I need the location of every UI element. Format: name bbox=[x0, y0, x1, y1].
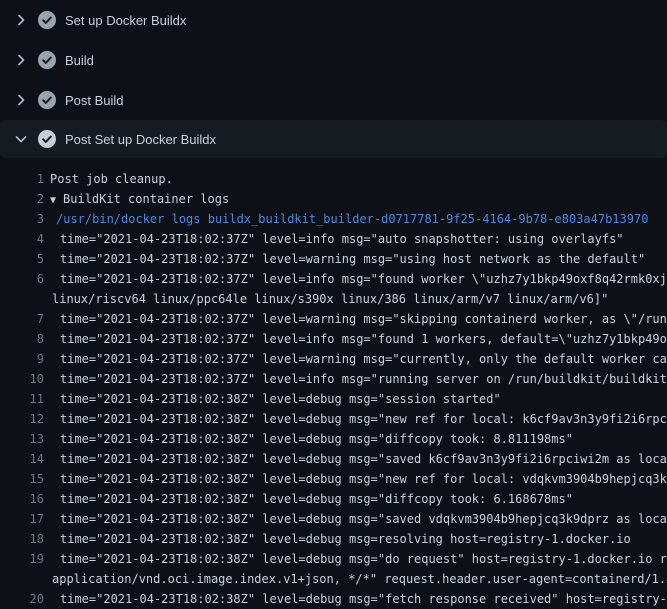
check-circle-icon bbox=[37, 90, 57, 110]
chevron-right-icon bbox=[13, 92, 29, 108]
log-text: time="2021-04-23T18:02:38Z" level=debug … bbox=[50, 589, 667, 609]
log-line: linux/riscv64 linux/ppc64le linux/s390x … bbox=[0, 289, 667, 309]
log-line-number[interactable]: 15 bbox=[0, 469, 44, 489]
check-circle-icon bbox=[37, 129, 57, 149]
log-panel: 1 Post job cleanup. 2 ▼ BuildKit container l… bbox=[0, 158, 667, 609]
log-command-text: /usr/bin/docker logs buildx_buildkit_bui… bbox=[50, 209, 648, 229]
log-text: time="2021-04-23T18:02:38Z" level=debug … bbox=[50, 509, 667, 529]
step-row-set-up-docker-buildx[interactable]: Set up Docker Buildx bbox=[0, 0, 667, 40]
log-text: time="2021-04-23T18:02:38Z" level=debug … bbox=[50, 389, 501, 409]
log-text: time="2021-04-23T18:02:38Z" level=debug … bbox=[50, 449, 667, 469]
log-line-number[interactable]: 16 bbox=[0, 489, 44, 509]
log-line: 4 time="2021-04-23T18:02:37Z" level=info … bbox=[0, 229, 667, 249]
log-line: 2 ▼ BuildKit container logs bbox=[0, 189, 667, 209]
steps-list: Set up Docker Buildx Build Post Build Post … bbox=[0, 0, 667, 158]
step-label: Set up Docker Buildx bbox=[65, 13, 186, 28]
chevron-right-icon bbox=[13, 12, 29, 28]
log-line: 10 time="2021-04-23T18:02:37Z" level=info… bbox=[0, 369, 667, 389]
log-line: 11 time="2021-04-23T18:02:38Z" level=debu… bbox=[0, 389, 667, 409]
log-line: 3/usr/bin/docker logs buildx_buildkit_bu… bbox=[0, 209, 667, 229]
log-line: 6 time="2021-04-23T18:02:37Z" level=info … bbox=[0, 269, 667, 289]
log-line: 16 time="2021-04-23T18:02:38Z" level=debu… bbox=[0, 489, 667, 509]
step-row-post-build[interactable]: Post Build bbox=[0, 80, 667, 120]
log-text: time="2021-04-23T18:02:38Z" level=debug … bbox=[50, 489, 573, 509]
log-line-number[interactable]: 11 bbox=[0, 389, 44, 409]
log-line-number[interactable]: 14 bbox=[0, 449, 44, 469]
actions-log-viewer: Set up Docker Buildx Build Post Build Post … bbox=[0, 0, 667, 609]
log-line: 9 time="2021-04-23T18:02:37Z" level=warni… bbox=[0, 349, 667, 369]
log-line-number[interactable]: 13 bbox=[0, 429, 44, 449]
log-text: time="2021-04-23T18:02:38Z" level=debug … bbox=[50, 469, 667, 489]
group-expanded-icon[interactable]: ▼ bbox=[50, 195, 56, 206]
log-line-number[interactable]: 7 bbox=[0, 309, 44, 329]
log-line-number bbox=[0, 569, 44, 589]
log-line-number[interactable]: 2 bbox=[0, 189, 44, 209]
log-line: 15 time="2021-04-23T18:02:38Z" level=debu… bbox=[0, 469, 667, 489]
log-text: time="2021-04-23T18:02:38Z" level=debug … bbox=[50, 529, 631, 549]
log-text: time="2021-04-23T18:02:37Z" level=warnin… bbox=[50, 309, 667, 329]
chevron-down-icon bbox=[13, 131, 29, 147]
check-circle-icon bbox=[37, 10, 57, 30]
step-label: Build bbox=[65, 53, 94, 68]
log-line: 8 time="2021-04-23T18:02:37Z" level=info … bbox=[0, 329, 667, 349]
log-text: time="2021-04-23T18:02:37Z" level=warnin… bbox=[50, 249, 645, 269]
log-line-number[interactable]: 12 bbox=[0, 409, 44, 429]
chevron-right-icon bbox=[13, 52, 29, 68]
step-row-post-set-up-docker-buildx[interactable]: Post Set up Docker Buildx bbox=[0, 120, 667, 158]
log-text: time="2021-04-23T18:02:37Z" level=info m… bbox=[50, 229, 624, 249]
group-label[interactable]: BuildKit container logs bbox=[63, 192, 229, 206]
log-line-number[interactable]: 5 bbox=[0, 249, 44, 269]
log-line: 17 time="2021-04-23T18:02:38Z" level=debu… bbox=[0, 509, 667, 529]
log-text: linux/riscv64 linux/ppc64le linux/s390x … bbox=[50, 289, 608, 309]
log-line: 19 time="2021-04-23T18:02:38Z" level=debu… bbox=[0, 549, 667, 569]
log-text: ▼ BuildKit container logs bbox=[50, 189, 229, 209]
log-line-number bbox=[0, 289, 44, 309]
step-row-build[interactable]: Build bbox=[0, 40, 667, 80]
log-line-number[interactable]: 6 bbox=[0, 269, 44, 289]
log-line: 20 time="2021-04-23T18:02:38Z" level=debu… bbox=[0, 589, 667, 609]
check-circle-icon bbox=[37, 50, 57, 70]
log-line-number[interactable]: 18 bbox=[0, 529, 44, 549]
log-line: 13 time="2021-04-23T18:02:38Z" level=debu… bbox=[0, 429, 667, 449]
log-line: 1 Post job cleanup. bbox=[0, 169, 667, 189]
log-line: application/vnd.oci.image.index.v1+json,… bbox=[0, 569, 667, 589]
log-text: time="2021-04-23T18:02:37Z" level=warnin… bbox=[50, 349, 667, 369]
log-line: 14 time="2021-04-23T18:02:38Z" level=debu… bbox=[0, 449, 667, 469]
log-line-number[interactable]: 10 bbox=[0, 369, 44, 389]
log-line-number[interactable]: 8 bbox=[0, 329, 44, 349]
log-line-number[interactable]: 19 bbox=[0, 549, 44, 569]
log-text: time="2021-04-23T18:02:37Z" level=info m… bbox=[50, 369, 667, 389]
log-text: Post job cleanup. bbox=[50, 169, 173, 189]
log-line: 5 time="2021-04-23T18:02:37Z" level=warni… bbox=[0, 249, 667, 269]
log-text: time="2021-04-23T18:02:38Z" level=debug … bbox=[50, 549, 667, 569]
log-text: time="2021-04-23T18:02:38Z" level=debug … bbox=[50, 429, 573, 449]
log-line-number[interactable]: 20 bbox=[0, 589, 44, 609]
log-line-number[interactable]: 4 bbox=[0, 229, 44, 249]
log-line: 18 time="2021-04-23T18:02:38Z" level=debu… bbox=[0, 529, 667, 549]
log-line: 12 time="2021-04-23T18:02:38Z" level=debu… bbox=[0, 409, 667, 429]
log-line-number[interactable]: 9 bbox=[0, 349, 44, 369]
log-text: time="2021-04-23T18:02:37Z" level=info m… bbox=[50, 329, 667, 349]
log-line-number[interactable]: 3 bbox=[0, 209, 44, 229]
step-label: Post Build bbox=[65, 93, 124, 108]
log-line: 7 time="2021-04-23T18:02:37Z" level=warni… bbox=[0, 309, 667, 329]
log-text: time="2021-04-23T18:02:38Z" level=debug … bbox=[50, 409, 667, 429]
log-line-number[interactable]: 1 bbox=[0, 169, 44, 189]
log-text: time="2021-04-23T18:02:37Z" level=info m… bbox=[50, 269, 667, 289]
log-text: application/vnd.oci.image.index.v1+json,… bbox=[50, 569, 667, 589]
log-line-number[interactable]: 17 bbox=[0, 509, 44, 529]
step-label: Post Set up Docker Buildx bbox=[65, 132, 216, 147]
